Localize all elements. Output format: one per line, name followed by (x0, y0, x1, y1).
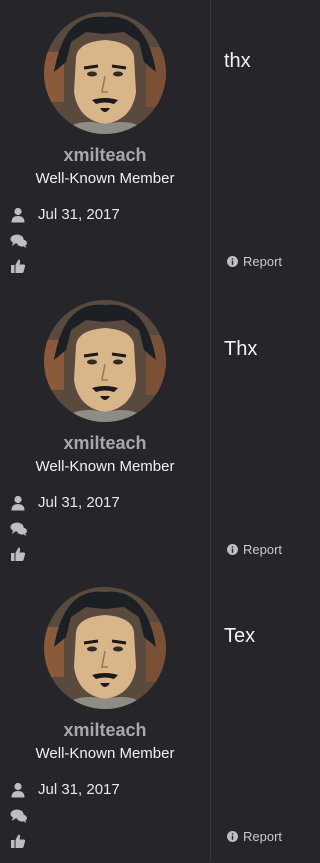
user-title: Well-Known Member (35, 170, 175, 187)
avatar[interactable] (44, 12, 166, 134)
report-label: Report (243, 254, 283, 269)
info-circle-icon (227, 256, 238, 267)
thumbs-up-icon (10, 833, 28, 849)
user-icon (10, 782, 28, 798)
user-icon (10, 495, 28, 511)
thumbs-up-icon (10, 258, 28, 274)
message-post: xmilteach Well-Known Member Jul 31, 2017… (0, 288, 290, 576)
user-title: Well-Known Member (35, 458, 175, 475)
avatar[interactable] (44, 587, 166, 709)
avatar[interactable] (44, 300, 166, 422)
message-post: xmilteach Well-Known Member Jul 31, 2017… (0, 575, 290, 863)
message-post: xmilteach Well-Known Member Jul 31, 2017… (0, 0, 290, 288)
info-circle-icon (227, 544, 238, 555)
joined-date: Jul 31, 2017 (38, 781, 120, 798)
username[interactable]: xmilteach (0, 433, 210, 454)
report-link[interactable]: Report (227, 829, 282, 844)
report-label: Report (243, 542, 283, 557)
chat-bubbles-icon (10, 808, 28, 824)
joined-date: Jul 31, 2017 (38, 206, 120, 223)
message-body: Tex (224, 625, 256, 647)
report-link[interactable]: Report (227, 542, 282, 557)
report-label: Report (243, 829, 283, 844)
message-body: thx (224, 50, 251, 72)
message-body: Thx (224, 338, 258, 360)
username[interactable]: xmilteach (0, 720, 210, 741)
info-circle-icon (227, 831, 238, 842)
username[interactable]: xmilteach (0, 145, 210, 166)
thumbs-up-icon (10, 546, 28, 562)
user-title: Well-Known Member (35, 745, 175, 762)
report-link[interactable]: Report (227, 254, 282, 269)
chat-bubbles-icon (10, 521, 28, 537)
joined-date: Jul 31, 2017 (38, 494, 120, 511)
chat-bubbles-icon (10, 233, 28, 249)
user-icon (10, 207, 28, 223)
